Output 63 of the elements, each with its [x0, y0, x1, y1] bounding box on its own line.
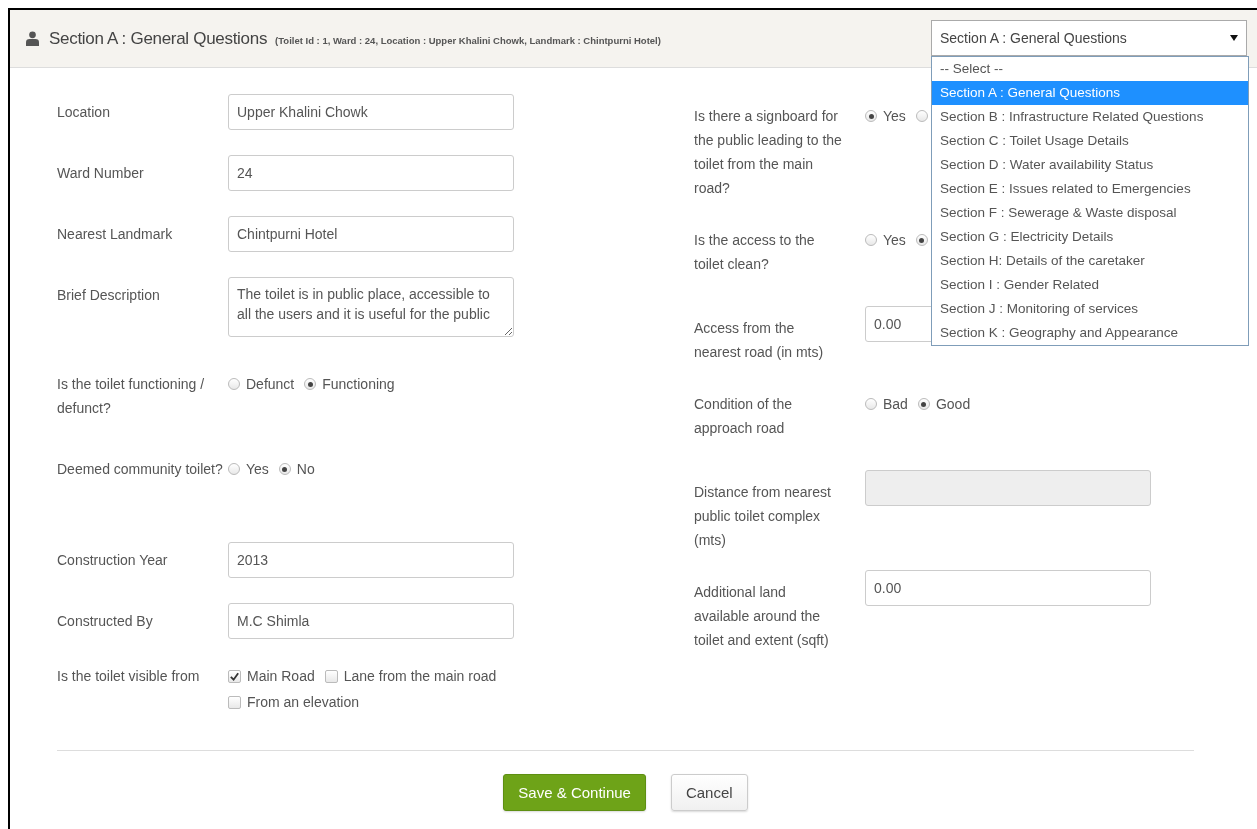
section-select[interactable]: Section A : General Questions — [931, 20, 1247, 56]
field-label: Distance from nearest public toilet complex (mts) — [694, 483, 832, 550]
caret-icon — [1230, 35, 1238, 41]
radio-label: Yes — [246, 460, 269, 479]
field-label: Deemed community toilet? — [57, 460, 224, 479]
field-label: Constructed By — [57, 612, 154, 631]
dropdown-option[interactable]: Section I : Gender Related — [932, 273, 1248, 297]
field-label: Nearest Landmark — [57, 225, 174, 244]
field-label: Brief Description — [57, 286, 161, 305]
dropdown-option[interactable]: Section B : Infrastructure Related Questions — [932, 105, 1248, 129]
radio-button[interactable] — [917, 398, 930, 410]
dropdown-option[interactable]: Section D : Water availability Status — [932, 153, 1248, 177]
radio-button[interactable] — [865, 110, 877, 122]
text-area[interactable]: The toilet is in public place, accessible to all the users and it is useful for the public — [228, 277, 514, 337]
radio-label: Yes — [883, 231, 906, 250]
checkbox[interactable] — [228, 695, 241, 709]
checkbox-label: Main Road — [247, 667, 315, 686]
dropdown-option[interactable]: Section G : Electricity Details — [932, 225, 1248, 249]
dropdown-option[interactable]: Section K : Geography and Appearance — [932, 321, 1248, 345]
input-field[interactable]: Chintpurni Hotel — [228, 216, 514, 252]
field-label: Access from the nearest road (in mts) — [694, 319, 825, 362]
radio-button[interactable] — [278, 463, 291, 475]
radio-label: Bad — [883, 395, 908, 414]
field-label: Is the access to the toilet clean? — [694, 231, 816, 274]
input-field[interactable]: 0.00 — [865, 570, 1151, 606]
user-icon — [26, 31, 39, 46]
section-details: (Toilet Id : 1, Ward : 24, Location : Upper Khalini Chowk, Landmark : Chintpurni Hotel) — [275, 34, 661, 46]
checkbox-label: From an elevation — [247, 693, 360, 712]
field-label: Is there a signboard for the public leading to the toilet from the main road? — [694, 107, 843, 198]
input-field[interactable]: Upper Khalini Chowk — [228, 94, 514, 130]
field-label: Is the toilet functioning / defunct? — [57, 375, 206, 418]
radio-label: No — [296, 460, 315, 479]
dropdown-option[interactable]: Section H: Details of the caretaker — [932, 249, 1248, 273]
input-field[interactable]: 24 — [228, 155, 514, 191]
radio-label: Defunct — [246, 375, 295, 394]
field-label: Condition of the approach road — [694, 395, 794, 438]
radio-label: Good — [935, 395, 971, 414]
field-label: Ward Number — [57, 164, 145, 183]
dropdown-option[interactable]: Section J : Monitoring of services — [932, 297, 1248, 321]
dropdown-option[interactable]: Section F : Sewerage & Waste disposal — [932, 201, 1248, 225]
radio-label: Yes — [883, 107, 906, 126]
input-field[interactable]: M.C Shimla — [228, 603, 514, 639]
dropdown-option[interactable]: Section E : Issues related to Emergencies — [932, 177, 1248, 201]
field-label: Location — [57, 103, 111, 122]
input-field[interactable]: 2013 — [228, 542, 514, 578]
checkbox-label: Lane from the main road — [343, 667, 497, 686]
cancel-button[interactable]: Cancel — [670, 774, 748, 811]
radio-label: Functioning — [322, 375, 395, 394]
field-label: Additional land available around the toilet and extent (sqft) — [694, 583, 830, 650]
field-label: Construction Year — [57, 551, 169, 570]
radio-button[interactable] — [865, 234, 877, 246]
checkbox[interactable] — [324, 669, 338, 683]
section-title: Section A : General Questions — [49, 28, 268, 49]
dropdown-option[interactable]: -- Select -- — [932, 57, 1248, 81]
checkbox[interactable] — [228, 669, 241, 683]
radio-button[interactable] — [304, 378, 317, 390]
radio-button[interactable] — [865, 398, 877, 410]
field-label: Is the toilet visible from — [57, 667, 201, 686]
radio-button[interactable] — [915, 110, 928, 122]
dropdown-option[interactable]: Section C : Toilet Usage Details — [932, 129, 1248, 153]
radio-button[interactable] — [228, 463, 240, 475]
radio-button[interactable] — [228, 378, 240, 390]
radio-button[interactable] — [915, 234, 928, 246]
